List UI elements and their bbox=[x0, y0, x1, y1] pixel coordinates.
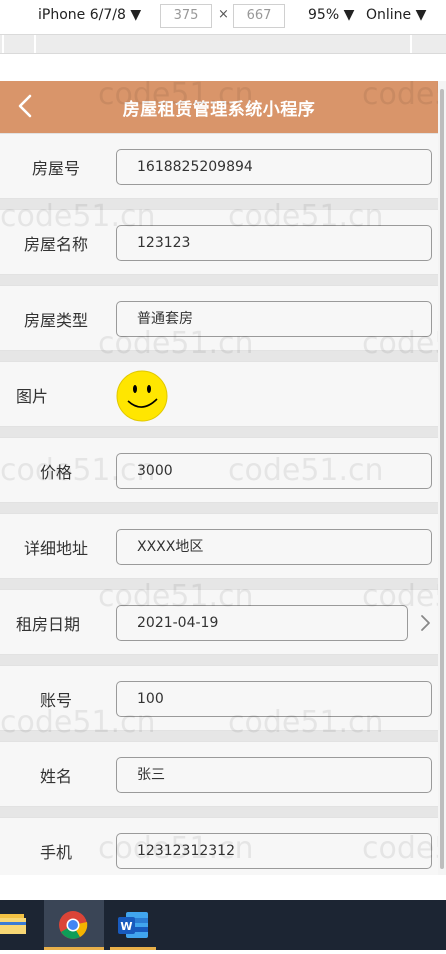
viewport-scrollbar[interactable] bbox=[438, 81, 446, 875]
house-name-field[interactable]: 123123 bbox=[116, 225, 432, 261]
word-icon[interactable]: W bbox=[104, 900, 162, 950]
field-label: 租房日期 bbox=[16, 615, 81, 634]
row-divider bbox=[0, 579, 438, 589]
dimension-separator: × bbox=[218, 7, 229, 22]
house-type-field[interactable]: 普通套房 bbox=[116, 301, 432, 337]
account-field[interactable]: 100 bbox=[116, 681, 432, 717]
device-toolbar: iPhone 6/7/8 ▼ 375 × 667 95% ▼ Online ▼ bbox=[0, 0, 446, 32]
price-field[interactable]: 3000 bbox=[116, 453, 432, 489]
zoom-select[interactable]: 95% ▼ bbox=[308, 7, 354, 23]
network-throttle-select[interactable]: Online ▼ bbox=[366, 7, 426, 23]
form-row-price: 价格 3000 bbox=[0, 437, 438, 503]
form-row-name: 姓名 张三 bbox=[0, 741, 438, 807]
smiley-face-image[interactable] bbox=[116, 370, 168, 422]
file-explorer-icon[interactable] bbox=[0, 900, 40, 950]
form-row-rent-date: 租房日期 2021-04-19 bbox=[0, 589, 438, 655]
device-select[interactable]: iPhone 6/7/8 ▼ bbox=[38, 7, 141, 23]
house-no-field[interactable]: 1618825209894 bbox=[116, 149, 432, 185]
row-divider bbox=[0, 199, 438, 209]
form-row-house-name: 房屋名称 123123 bbox=[0, 209, 438, 275]
field-label: 图片 bbox=[16, 387, 49, 406]
row-divider bbox=[0, 427, 438, 437]
name-field[interactable]: 张三 bbox=[116, 757, 432, 793]
form-row-account: 账号 100 bbox=[0, 665, 438, 731]
field-label: 房屋名称 bbox=[24, 235, 89, 254]
chrome-icon[interactable] bbox=[44, 900, 104, 950]
media-query-ruler[interactable] bbox=[0, 34, 446, 54]
form-row-house-type: 房屋类型 普通套房 bbox=[0, 285, 438, 351]
form-row-address: 详细地址 XXXX地区 bbox=[0, 513, 438, 579]
field-label: 姓名 bbox=[40, 767, 73, 786]
field-label: 账号 bbox=[40, 691, 73, 710]
row-divider bbox=[0, 655, 438, 665]
field-label: 房屋号 bbox=[32, 159, 81, 178]
row-divider bbox=[0, 275, 438, 285]
phone-viewport: 房屋租赁管理系统小程序 房屋号 1618825209894 房屋名称 12312… bbox=[0, 81, 438, 875]
ruler-tick bbox=[34, 35, 36, 53]
page-title: 房屋租赁管理系统小程序 bbox=[122, 100, 316, 120]
viewport-width-input[interactable]: 375 bbox=[160, 4, 212, 28]
svg-text:W: W bbox=[120, 920, 132, 933]
field-label: 手机 bbox=[40, 843, 73, 862]
row-divider bbox=[0, 503, 438, 513]
address-field[interactable]: XXXX地区 bbox=[116, 529, 432, 565]
scrollbar-thumb[interactable] bbox=[440, 89, 444, 869]
row-divider bbox=[0, 351, 438, 361]
field-label: 房屋类型 bbox=[24, 311, 89, 330]
ruler-tick bbox=[410, 35, 412, 53]
rent-date-picker[interactable]: 2021-04-19 bbox=[116, 605, 408, 641]
form-row-house-no: 房屋号 1618825209894 bbox=[0, 133, 438, 199]
field-label: 详细地址 bbox=[24, 539, 89, 558]
form-row-image: 图片 bbox=[0, 361, 438, 427]
row-divider bbox=[0, 807, 438, 817]
taskbar: W bbox=[0, 900, 446, 950]
chevron-right-icon[interactable] bbox=[418, 613, 432, 633]
phone-field[interactable]: 12312312312 bbox=[116, 833, 432, 869]
field-label: 价格 bbox=[40, 463, 73, 482]
viewport-height-input[interactable]: 667 bbox=[233, 4, 285, 28]
nav-header: 房屋租赁管理系统小程序 bbox=[0, 81, 438, 133]
form-row-phone: 手机 12312312312 bbox=[0, 817, 438, 875]
row-divider bbox=[0, 731, 438, 741]
ruler-tick bbox=[2, 35, 4, 53]
